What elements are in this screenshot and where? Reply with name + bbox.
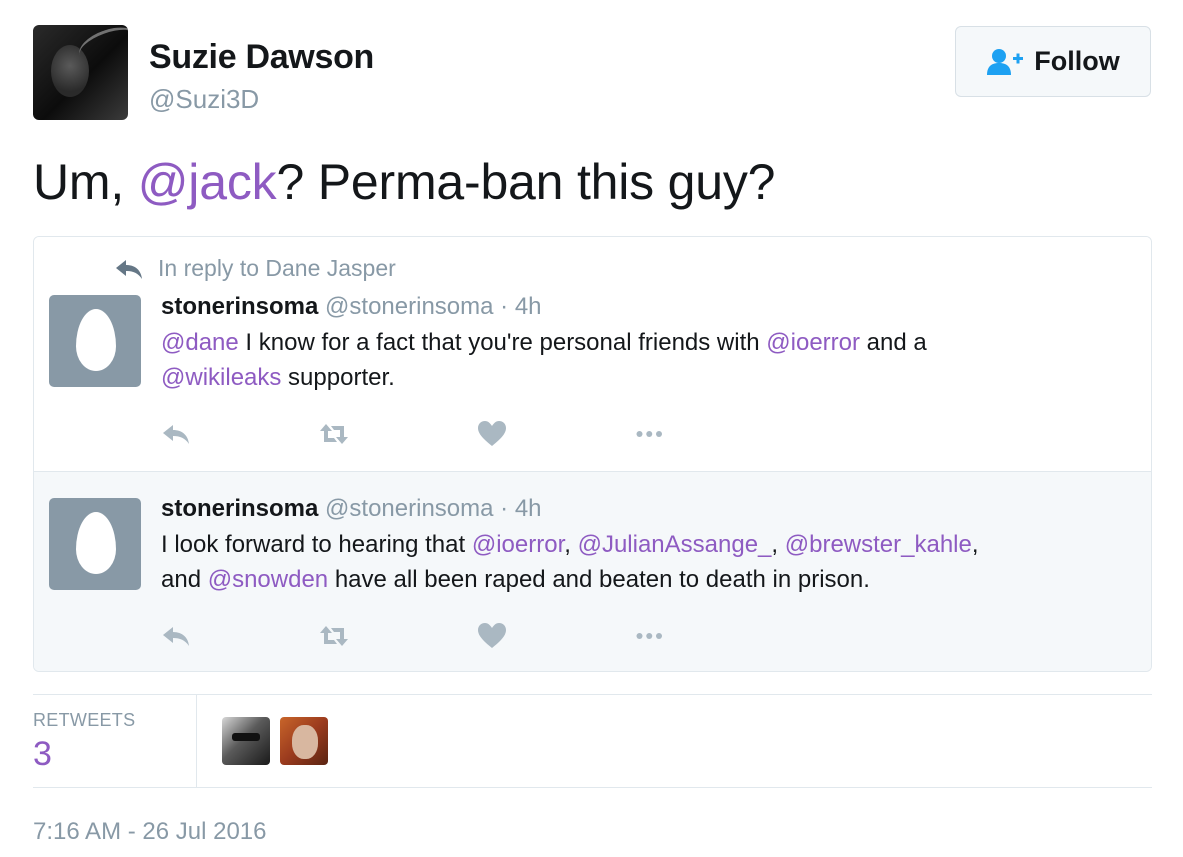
like-icon (478, 421, 506, 446)
like-icon (478, 623, 506, 648)
tweet-text: Um, @jack? Perma-ban this guy? (33, 153, 775, 211)
body-text: I look forward to hearing that (161, 531, 472, 558)
quoted-author-name[interactable]: stonerinsoma (161, 293, 318, 320)
more-button[interactable] (635, 419, 665, 449)
quoted-author-handle[interactable]: @stonerinsoma (325, 293, 493, 320)
author-handle[interactable]: @Suzi3D (149, 84, 259, 115)
body-text: , (971, 531, 979, 558)
more-button[interactable] (635, 621, 665, 651)
quoted-conversation[interactable]: In reply to Dane Jasper stonerinsoma @st… (33, 236, 1152, 672)
author-avatar[interactable] (33, 25, 128, 120)
quoted-author-handle[interactable]: @stonerinsoma (325, 495, 493, 522)
reply-button[interactable] (161, 621, 191, 651)
mention-julianassange[interactable]: @JulianAssange_ (578, 531, 772, 558)
like-button[interactable] (477, 419, 507, 449)
mention-ioerror[interactable]: @ioerror (472, 531, 564, 558)
stats-divider-bottom (33, 787, 1152, 788)
retweets-label[interactable]: RETWEETS (33, 710, 135, 731)
retweets-count[interactable]: 3 (33, 735, 52, 774)
body-line-1: @dane I know for a fact that you're pers… (161, 325, 1121, 360)
quoted-tweet-header: stonerinsoma @stonerinsoma · 4h (161, 495, 542, 523)
mention-wikileaks[interactable]: @wikileaks (161, 364, 281, 391)
quoted-tweet-header: stonerinsoma @stonerinsoma · 4h (161, 293, 542, 321)
reply-button[interactable] (161, 419, 191, 449)
reply-context-icon (116, 259, 142, 279)
body-text: have all been raped and beaten to death … (328, 566, 870, 593)
quoted-time[interactable]: · 4h (493, 495, 541, 522)
quoted-time[interactable]: · 4h (493, 293, 541, 320)
retweeter-avatar[interactable] (222, 717, 270, 765)
mention-brewster-kahle[interactable]: @brewster_kahle (785, 531, 972, 558)
body-text: I know for a fact that you're personal f… (238, 329, 767, 356)
quoted-author-name[interactable]: stonerinsoma (161, 495, 318, 522)
body-text: supporter. (281, 364, 395, 391)
reply-icon (163, 425, 189, 444)
follow-label: Follow (1034, 46, 1120, 76)
body-line-2: @wikileaks supporter. (161, 360, 1121, 395)
reply-context-text: In reply to Dane Jasper (158, 255, 396, 281)
more-icon (636, 431, 662, 437)
quoted-tweet-1[interactable]: In reply to Dane Jasper stonerinsoma @st… (34, 237, 1151, 472)
quoted-tweet-body: I look forward to hearing that @ioerror,… (161, 527, 1141, 597)
body-text: , (564, 531, 578, 558)
follow-user-icon (987, 48, 1024, 75)
quoted-tweet-2[interactable]: stonerinsoma @stonerinsoma · 4h I look f… (34, 472, 1151, 671)
quoted-tweet-body: @dane I know for a fact that you're pers… (161, 325, 1121, 395)
body-text: and (161, 566, 208, 593)
author-name[interactable]: Suzie Dawson (149, 38, 374, 77)
mention-dane[interactable]: @dane (161, 329, 239, 356)
tweet-prefix: Um, (33, 154, 138, 210)
retweet-icon (320, 626, 348, 646)
tweet-actions (161, 621, 793, 651)
tweet-actions (161, 419, 793, 449)
retweeter-avatar[interactable] (280, 717, 328, 765)
like-button[interactable] (477, 621, 507, 651)
retweet-button[interactable] (319, 621, 349, 651)
reply-icon (163, 627, 189, 646)
tweet-suffix: ? Perma-ban this guy? (276, 154, 776, 210)
more-icon (636, 633, 662, 639)
tweet-timestamp[interactable]: 7:16 AM - 26 Jul 2016 (33, 818, 266, 846)
stats-divider-top (33, 694, 1152, 695)
default-avatar-egg[interactable] (49, 498, 141, 590)
default-avatar-egg[interactable] (49, 295, 141, 387)
body-line-1: I look forward to hearing that @ioerror,… (161, 527, 1141, 562)
mention-snowden[interactable]: @snowden (208, 566, 328, 593)
retweet-button[interactable] (319, 419, 349, 449)
mention-jack[interactable]: @jack (138, 154, 277, 210)
body-text: and a (860, 329, 927, 356)
body-text: , (771, 531, 785, 558)
mention-ioerror[interactable]: @ioerror (766, 329, 860, 356)
retweet-icon (320, 424, 348, 444)
stats-divider-vertical (196, 694, 197, 787)
reply-context: In reply to Dane Jasper (114, 255, 396, 282)
follow-button[interactable]: Follow (955, 26, 1151, 97)
body-line-2: and @snowden have all been raped and bea… (161, 562, 1141, 597)
